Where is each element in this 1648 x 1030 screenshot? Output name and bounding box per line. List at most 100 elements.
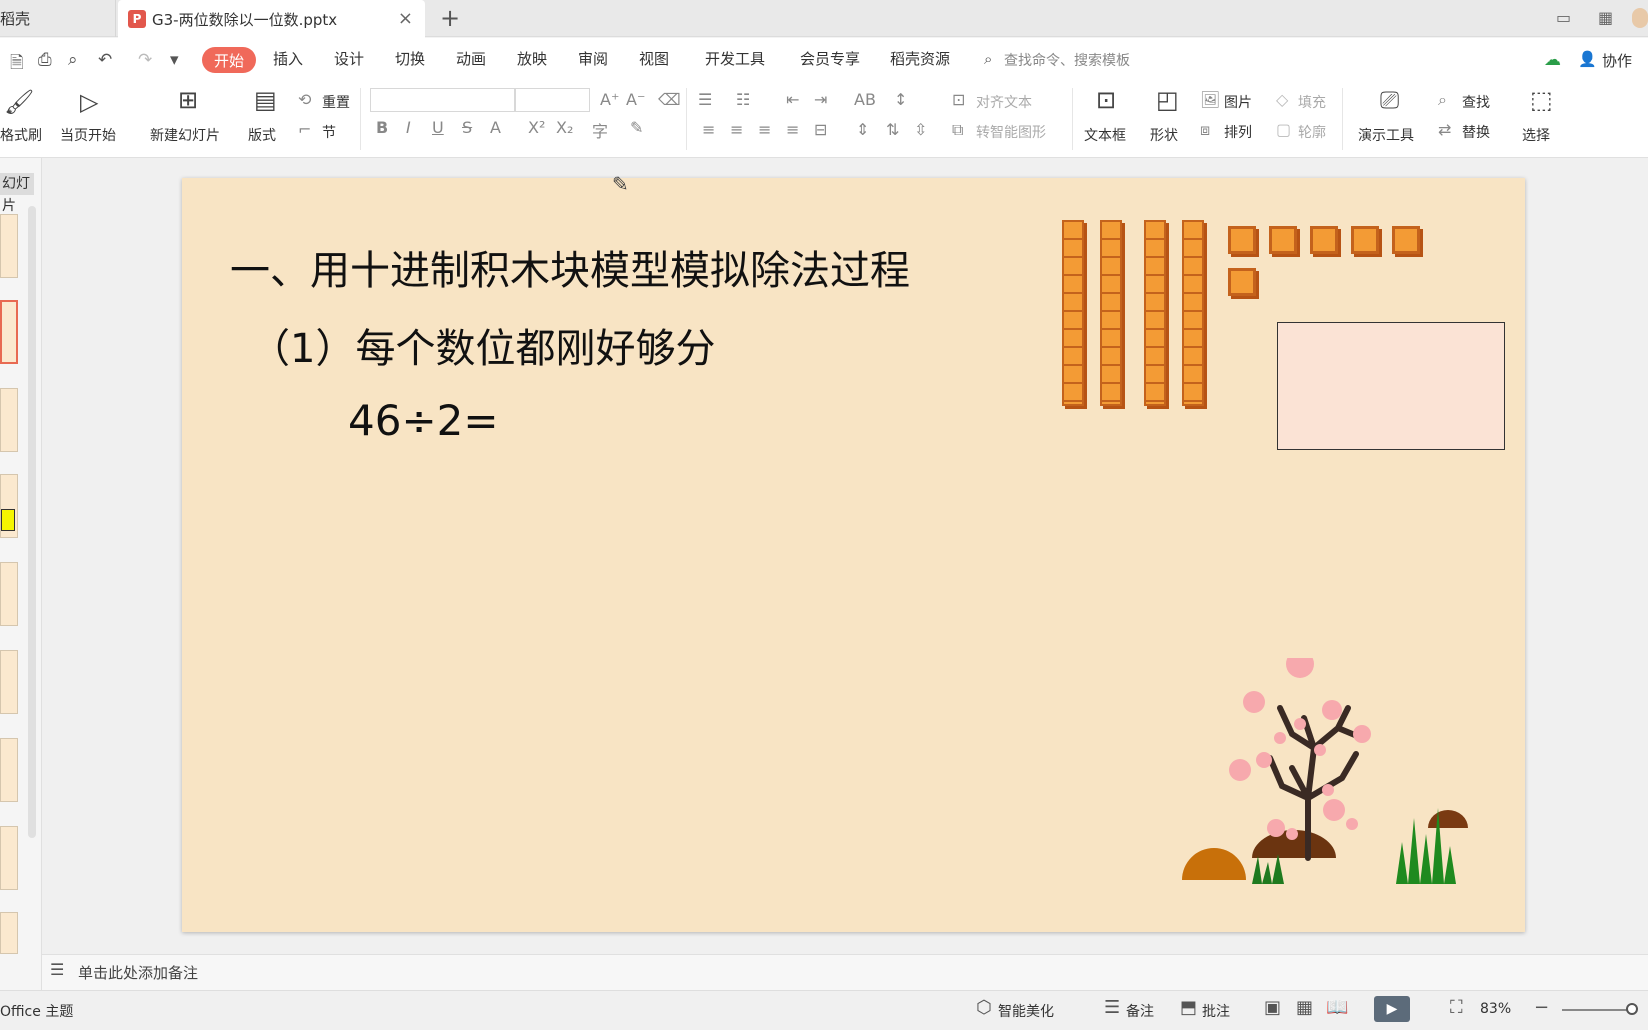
bold-icon[interactable]: B: [376, 118, 388, 137]
menu-transition[interactable]: 切换: [395, 48, 425, 69]
command-search-input[interactable]: 查找命令、搜索模板: [1004, 50, 1130, 70]
beautify-button[interactable]: 智能美化: [998, 1001, 1054, 1021]
slide-sorter-icon[interactable]: ▦: [1296, 997, 1313, 1018]
print-icon[interactable]: ⎙: [38, 50, 52, 70]
find-button[interactable]: 查找: [1462, 92, 1490, 112]
distribute-icon[interactable]: ⊟: [814, 120, 827, 139]
menu-animation[interactable]: 动画: [456, 48, 486, 69]
notes-toggle-button[interactable]: 备注: [1126, 1001, 1154, 1021]
collab-button[interactable]: 协作: [1602, 50, 1632, 71]
slide-thumbnail-active[interactable]: [0, 300, 18, 364]
align-center-icon[interactable]: ≡: [730, 120, 743, 139]
slide-thumbnail[interactable]: [0, 650, 18, 714]
ones-cube[interactable]: [1351, 226, 1379, 254]
slide[interactable]: 一、用十进制积木块模型模拟除法过程 （1）每个数位都刚好够分 46÷2=: [182, 178, 1525, 932]
menu-home[interactable]: 开始: [202, 47, 256, 73]
textbox-button[interactable]: 文本框: [1084, 125, 1126, 145]
font-family-select[interactable]: [370, 88, 516, 112]
reading-mode-icon[interactable]: ▭: [1556, 8, 1571, 27]
superscript-icon[interactable]: X²: [528, 118, 545, 137]
redo-icon[interactable]: ↷: [138, 50, 152, 70]
strikethrough-icon[interactable]: S: [462, 118, 472, 137]
decrease-font-icon[interactable]: A⁻: [626, 90, 645, 109]
font-size-select[interactable]: [514, 88, 590, 112]
spacing-before-icon[interactable]: ⇅: [886, 120, 899, 139]
picture-button[interactable]: 图片: [1224, 92, 1252, 112]
play-from-current-button[interactable]: 当页开始: [60, 125, 116, 145]
layout-button[interactable]: 版式: [248, 125, 276, 145]
select-button[interactable]: 选择: [1522, 125, 1550, 145]
menu-developer[interactable]: 开发工具: [705, 48, 765, 69]
justify-icon[interactable]: ≡: [786, 120, 799, 139]
save-icon[interactable]: 🗎: [10, 50, 24, 79]
new-tab-icon[interactable]: +: [440, 4, 460, 32]
zoom-slider-knob[interactable]: [1626, 1003, 1638, 1015]
font-color-icon[interactable]: A: [490, 118, 501, 137]
slide-equation[interactable]: 46÷2=: [348, 396, 499, 445]
avatar[interactable]: [1632, 8, 1648, 28]
subscript-icon[interactable]: X₂: [556, 118, 573, 137]
decrease-indent-icon[interactable]: ⇤: [786, 90, 799, 109]
align-left-icon[interactable]: ≡: [702, 120, 715, 139]
slides-tab-label[interactable]: 幻灯片: [0, 173, 34, 214]
menu-review[interactable]: 审阅: [578, 48, 608, 69]
slide-thumbnail[interactable]: [0, 826, 18, 890]
align-text-button[interactable]: 对齐文本: [976, 92, 1032, 112]
slide-thumbnail[interactable]: [0, 474, 18, 538]
ones-cube[interactable]: [1269, 226, 1297, 254]
print-preview-icon[interactable]: ⌕: [68, 50, 78, 70]
slide-subtitle[interactable]: （1）每个数位都刚好够分: [250, 316, 715, 374]
increase-indent-icon[interactable]: ⇥: [814, 90, 827, 109]
quick-access-dropdown-icon[interactable]: ▾: [170, 50, 179, 70]
menu-view[interactable]: 视图: [639, 48, 669, 69]
undo-icon[interactable]: ↶: [98, 50, 112, 70]
normal-view-icon[interactable]: ▣: [1264, 997, 1281, 1018]
highlight-icon[interactable]: ✎: [630, 118, 643, 137]
close-tab-icon[interactable]: ×: [398, 8, 413, 29]
bullet-list-icon[interactable]: ☰: [698, 90, 712, 109]
section-button[interactable]: 节: [322, 122, 336, 142]
slide-thumbnail[interactable]: [0, 738, 18, 802]
menu-insert[interactable]: 插入: [273, 48, 303, 69]
tens-rod[interactable]: [1062, 220, 1084, 406]
fit-window-icon[interactable]: ⛶: [1450, 997, 1463, 1018]
text-direction-icon[interactable]: AB: [854, 90, 876, 109]
slide-thumbnail[interactable]: [0, 912, 18, 954]
zoom-out-icon[interactable]: −: [1534, 997, 1549, 1018]
slide-title[interactable]: 一、用十进制积木块模型模拟除法过程: [230, 238, 910, 296]
increase-font-icon[interactable]: A⁺: [600, 90, 619, 109]
smart-shape-button[interactable]: 转智能图形: [976, 122, 1046, 142]
align-right-icon[interactable]: ≡: [758, 120, 771, 139]
present-tools-button[interactable]: 演示工具: [1358, 125, 1414, 145]
slide-thumbnail[interactable]: [0, 562, 18, 626]
menu-member[interactable]: 会员专享: [800, 48, 860, 69]
ones-cube[interactable]: [1228, 226, 1256, 254]
tens-rod[interactable]: [1144, 220, 1166, 406]
menu-design[interactable]: 设计: [334, 48, 364, 69]
paragraph-spacing-icon[interactable]: ⇕: [856, 120, 869, 139]
tab-document[interactable]: P G3-两位数除以一位数.pptx ×: [118, 0, 425, 38]
cloud-sync-icon[interactable]: ☁: [1544, 50, 1561, 70]
italic-icon[interactable]: I: [406, 118, 411, 137]
new-slide-button[interactable]: 新建幻灯片: [150, 125, 220, 145]
answer-box[interactable]: [1277, 322, 1505, 450]
thumbnail-scrollbar[interactable]: [28, 206, 36, 838]
menu-daoke-resources[interactable]: 稻壳资源: [890, 48, 950, 69]
zoom-level[interactable]: 83%: [1480, 1001, 1511, 1017]
shape-button[interactable]: 形状: [1150, 125, 1178, 145]
slide-thumbnail[interactable]: [0, 388, 18, 452]
ones-cube[interactable]: [1310, 226, 1338, 254]
reading-view-icon[interactable]: 📖: [1326, 997, 1348, 1018]
clear-format-icon[interactable]: ⌫: [658, 90, 681, 109]
outline-button[interactable]: 轮廓: [1298, 122, 1326, 142]
menu-slideshow[interactable]: 放映: [517, 48, 547, 69]
theme-label[interactable]: Office 主题: [0, 1001, 73, 1021]
fill-button[interactable]: 填充: [1298, 92, 1326, 112]
ones-cube[interactable]: [1392, 226, 1420, 254]
line-spacing-icon[interactable]: ↕: [894, 90, 907, 109]
zoom-slider[interactable]: [1562, 1009, 1634, 1011]
notes-placeholder[interactable]: 单击此处添加备注: [78, 962, 198, 983]
comment-button[interactable]: 批注: [1202, 1001, 1230, 1021]
replace-button[interactable]: 替换: [1462, 122, 1490, 142]
tens-rod[interactable]: [1182, 220, 1204, 406]
